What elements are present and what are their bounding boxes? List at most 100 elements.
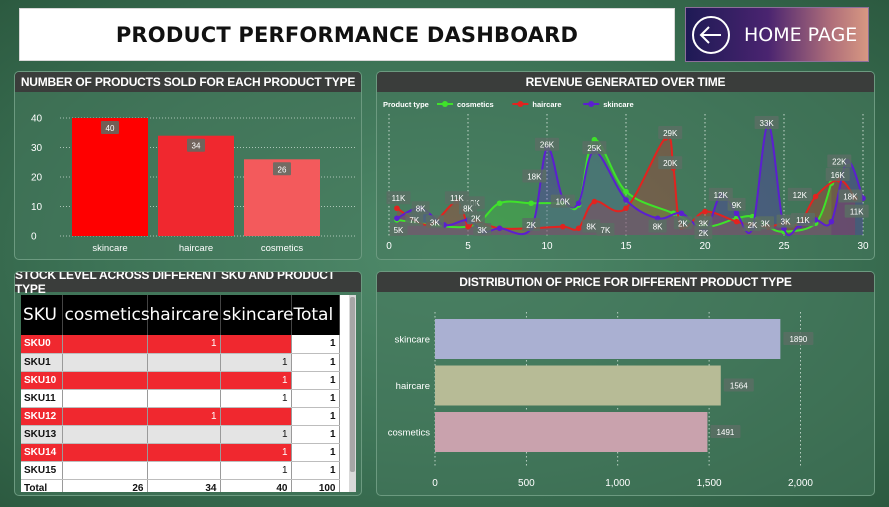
point-haircare[interactable]	[394, 205, 400, 212]
totals-row: Total 26 34 40 100	[21, 478, 340, 492]
price-distribution-title: DISTRIBUTION OF PRICE FOR DIFFERENT PROD…	[377, 272, 874, 292]
point-skincare[interactable]	[575, 200, 582, 207]
data-label-skincare: 8K	[463, 204, 473, 213]
stock-level-title: STOCK LEVEL ACROSS DIFFERENT SKU AND PRO…	[15, 272, 361, 296]
value-cell	[147, 371, 221, 390]
bar-value-label: 1564	[730, 382, 748, 391]
point-skincare[interactable]	[496, 225, 503, 232]
legend-marker-skincare	[588, 101, 595, 107]
value-cell	[220, 407, 292, 426]
bar-cosmetics[interactable]	[435, 412, 708, 452]
revenue-chart: 0 5 10 15 20 25 30 Product type cosmetics haircar…	[383, 100, 869, 252]
value-cell: 1	[291, 353, 340, 372]
point-haircare[interactable]	[812, 193, 819, 200]
price-distribution-chart: 0 500 1,000 1,500 2,000 skincare 1890 haircare 1…	[388, 312, 813, 489]
point-cosmetics[interactable]	[496, 200, 503, 207]
point-haircare[interactable]	[465, 223, 471, 230]
y-tick-label: skincare	[395, 335, 430, 346]
data-label-skincare: 10K	[556, 198, 571, 207]
column-header-total[interactable]: Total	[291, 295, 340, 335]
value-cell	[62, 461, 148, 480]
data-label-skincare: 12K	[714, 191, 729, 200]
legend-label-cosmetics[interactable]: cosmetics	[457, 100, 494, 109]
y-tick-label: 0	[31, 232, 37, 243]
data-label-skincare: 5K	[394, 226, 404, 235]
x-tick-label: 5	[465, 241, 471, 252]
point-cosmetics[interactable]	[623, 188, 629, 195]
table-scrollbar[interactable]	[349, 295, 356, 492]
bar-value-label: 26	[278, 165, 287, 174]
value-cell: 1	[220, 461, 292, 480]
table-row[interactable]: SKU14 1 1	[21, 443, 340, 462]
column-header-sku[interactable]: SKU	[21, 295, 63, 335]
revenue-title: REVENUE GENERATED OVER TIME	[377, 72, 874, 92]
x-tick-label: 0	[386, 241, 392, 252]
point-skincare[interactable]	[394, 215, 400, 222]
value-cell	[147, 389, 221, 408]
x-tick-label: 2,000	[788, 478, 813, 489]
point-haircare[interactable]	[560, 223, 566, 230]
data-label-skincare: 26K	[540, 141, 555, 150]
data-label-haircare: 11K	[796, 216, 810, 225]
products-sold-panel: NUMBER OF PRODUCTS SOLD FOR EACH PRODUCT…	[14, 71, 362, 260]
data-label-skincare: 2K	[748, 221, 758, 230]
table-row[interactable]: SKU13 1 1	[21, 425, 340, 444]
point-skincare[interactable]	[623, 197, 629, 203]
x-tick-label: 15	[620, 241, 632, 252]
value-cell: 1	[220, 353, 292, 372]
column-header-cosmetics[interactable]: cosmetics	[62, 295, 150, 335]
value-cell	[62, 371, 148, 390]
sku-cell: SKU0	[21, 335, 63, 354]
legend-label-haircare[interactable]: haircare	[532, 100, 561, 109]
page-title: PRODUCT PERFORMANCE DASHBOARD	[115, 22, 579, 47]
point-skincare[interactable]	[678, 210, 685, 217]
y-tick-label: 10	[31, 202, 43, 213]
column-header-skincare[interactable]: skincare	[220, 295, 294, 335]
point-skincare[interactable]	[733, 210, 740, 217]
data-label-haircare: 2K	[471, 214, 481, 223]
legend-label-skincare[interactable]: skincare	[603, 100, 633, 109]
data-label-cosmetics: 18K	[527, 173, 542, 182]
value-cell	[147, 461, 221, 480]
table-row[interactable]: SKU1 1 1	[21, 353, 340, 372]
point-cosmetics[interactable]	[528, 200, 534, 207]
table-row[interactable]: SKU11 1 1	[21, 389, 340, 408]
sku-cell: SKU11	[21, 389, 63, 408]
sku-cell: SKU15	[21, 461, 63, 480]
table-row[interactable]: SKU10 1 1	[21, 371, 340, 390]
legend-title: Product type	[383, 100, 429, 109]
point-haircare[interactable]	[575, 225, 582, 232]
value-cell	[147, 353, 221, 372]
point-skincare[interactable]	[828, 218, 835, 225]
value-cell: 1	[147, 335, 221, 354]
x-tick-label: 500	[518, 478, 535, 489]
point-haircare[interactable]	[733, 218, 740, 225]
sku-cell: SKU12	[21, 407, 63, 426]
x-tick-label: 10	[541, 241, 553, 252]
point-haircare[interactable]	[591, 198, 598, 205]
bar-value-label: 1890	[789, 335, 807, 344]
point-haircare[interactable]	[702, 208, 708, 215]
scrollbar-thumb[interactable]	[350, 297, 355, 472]
home-page-button[interactable]: HOME PAGE	[685, 7, 869, 62]
value-cell: 1	[291, 443, 340, 462]
sku-cell: SKU14	[21, 443, 63, 462]
table-row[interactable]: SKU15 1 1	[21, 461, 340, 480]
value-cell: 1	[220, 425, 292, 444]
value-cell	[62, 407, 148, 426]
point-haircare[interactable]	[623, 205, 629, 212]
bar-haircare[interactable]	[435, 365, 721, 406]
table-row[interactable]: SKU12 1 1	[21, 407, 340, 426]
y-tick-label: 40	[31, 114, 43, 125]
column-header-haircare[interactable]: haircare	[147, 295, 221, 335]
table-row[interactable]: SKU0 1 1	[21, 335, 340, 354]
data-label-haircare: 29K	[663, 129, 678, 138]
table-header-row: SKU cosmetics haircare skincare Total	[21, 295, 340, 335]
value-cell: 1	[291, 371, 340, 390]
y-tick-label: cosmetics	[388, 428, 430, 439]
total-cell: 34	[147, 478, 221, 492]
bar-skincare[interactable]	[72, 118, 148, 236]
bar-skincare[interactable]	[435, 319, 781, 359]
data-label-haircare: 7K	[601, 226, 611, 235]
total-cell: 26	[62, 478, 148, 492]
